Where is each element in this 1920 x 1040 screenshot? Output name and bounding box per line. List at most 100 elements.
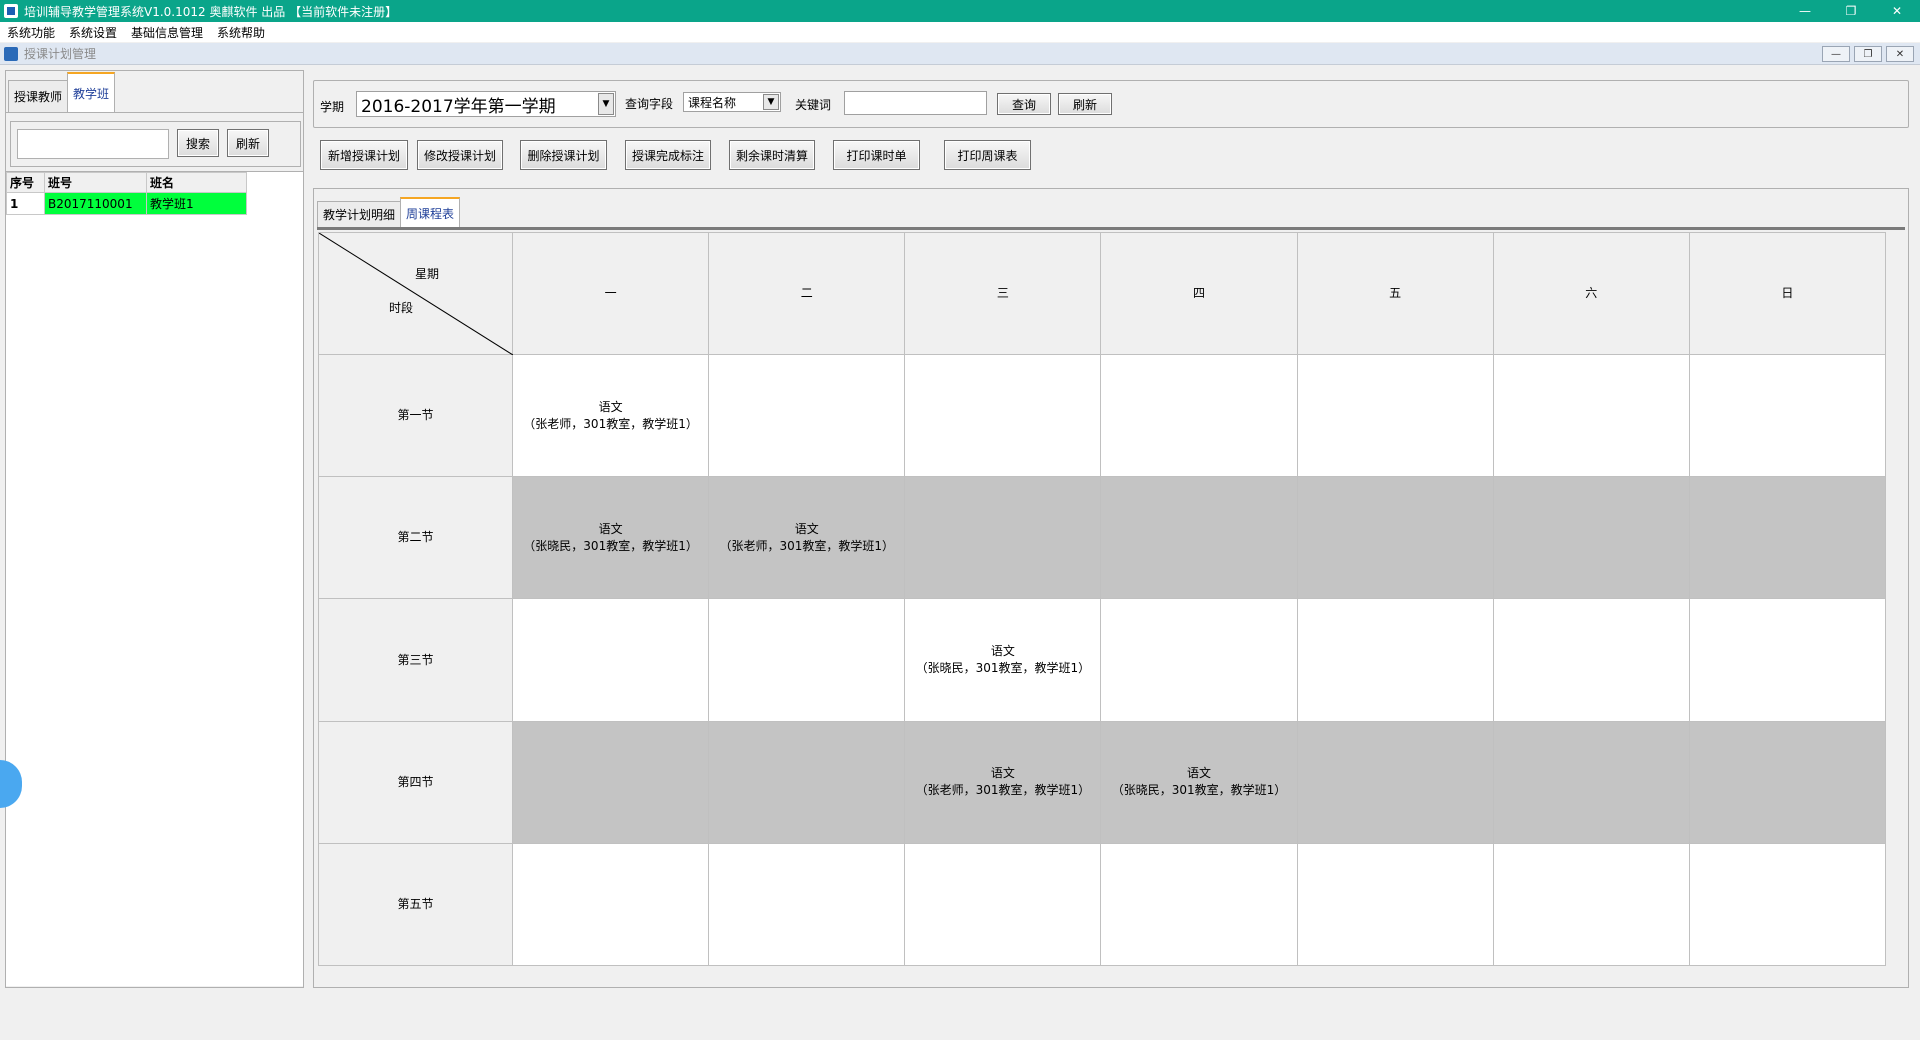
minimize-button[interactable]: —	[1782, 0, 1828, 22]
timetable-cell[interactable]	[904, 842, 1102, 967]
timetable-cell[interactable]: 语文 （张老师，301教室，教学班1）	[904, 720, 1102, 844]
timetable-cell[interactable]	[1492, 598, 1690, 722]
term-select[interactable]: 2016-2017学年第一学期 ▼	[356, 91, 616, 117]
print-weekly-button[interactable]: 打印周课表	[944, 140, 1031, 170]
keyword-input[interactable]	[844, 91, 987, 115]
timetable-cell[interactable]	[1100, 842, 1298, 967]
class-grid: 序号 班号 班名 1 B2017110001 教学班1	[6, 171, 303, 986]
left-search-box: 搜索 刷新	[10, 121, 301, 167]
timetable-cell[interactable]	[1492, 476, 1690, 600]
timetable-cell[interactable]	[708, 842, 906, 967]
timetable-cell[interactable]: 语文 （张晓民，301教室，教学班1）	[1100, 720, 1298, 844]
mark-complete-button[interactable]: 授课完成标注	[625, 140, 711, 170]
timetable-cell[interactable]	[1688, 720, 1887, 844]
day-header-mon: 一	[511, 231, 710, 356]
column-header-class-name[interactable]: 班名	[146, 172, 247, 193]
chevron-down-icon[interactable]: ▼	[763, 94, 779, 110]
timetable-cell[interactable]	[1296, 598, 1494, 722]
chevron-down-icon[interactable]: ▼	[598, 93, 614, 115]
column-header-index[interactable]: 序号	[6, 172, 45, 193]
cell-class-name[interactable]: 教学班1	[146, 192, 247, 215]
child-window-icon	[4, 46, 18, 61]
table-row[interactable]: 1 B2017110001 教学班1	[6, 192, 247, 215]
field-label: 查询字段	[625, 97, 674, 111]
course-detail: （张老师，301教室，教学班1）	[915, 783, 1091, 798]
timetable-cell[interactable]: 语文 （张老师，301教室，教学班1）	[511, 354, 710, 478]
timetable-cell[interactable]	[904, 354, 1102, 478]
field-select[interactable]: 课程名称 ▼	[683, 92, 781, 112]
timetable-corner: 星期 时段	[318, 231, 513, 356]
timetable-cell[interactable]	[1100, 354, 1298, 478]
field-select-value: 课程名称	[688, 95, 737, 110]
timetable-cell[interactable]: 语文 （张晓民，301教室，教学班1）	[511, 476, 710, 600]
tab-teachers[interactable]: 授课教师	[8, 80, 69, 112]
filter-refresh-button[interactable]: 刷新	[1058, 93, 1112, 115]
class-search-input[interactable]	[17, 129, 169, 159]
day-header-tue: 二	[708, 231, 906, 356]
left-tabs: 授课教师 教学班	[6, 71, 303, 113]
timetable-cell[interactable]	[1492, 354, 1690, 478]
maximize-button[interactable]: ❐	[1828, 0, 1874, 22]
menu-basic-info[interactable]: 基础信息管理	[124, 24, 210, 41]
timetable-row: 第二节 语文 （张晓民，301教室，教学班1） 语文 （张老师，301教室，教学班1）	[318, 476, 1887, 600]
timetable-cell[interactable]	[1688, 354, 1887, 478]
menu-system-settings[interactable]: 系统设置	[62, 24, 124, 41]
slot-header: 第三节	[318, 598, 513, 722]
day-header-sat: 六	[1492, 231, 1690, 356]
timetable-cell[interactable]	[511, 842, 710, 967]
timetable-cell[interactable]	[1492, 720, 1690, 844]
term-label: 学期	[320, 100, 345, 114]
timetable-cell[interactable]	[1100, 598, 1298, 722]
course-detail: （张晓民，301教室，教学班1）	[523, 538, 698, 553]
corner-diagonal	[319, 233, 513, 355]
edit-plan-button[interactable]: 修改授课计划	[417, 140, 503, 170]
timetable-cell[interactable]	[1688, 598, 1887, 722]
timetable-row: 第一节 语文 （张老师，301教室，教学班1）	[318, 354, 1887, 478]
search-button[interactable]: 搜索	[177, 129, 219, 157]
timetable-cell[interactable]	[1296, 720, 1494, 844]
menu-help[interactable]: 系统帮助	[210, 24, 272, 41]
timetable-row: 第五节	[318, 842, 1887, 967]
keyword-label: 关键词	[795, 98, 832, 112]
timetable-cell[interactable]	[708, 354, 906, 478]
timetable-cell[interactable]	[511, 720, 710, 844]
print-hours-button[interactable]: 打印课时单	[833, 140, 920, 170]
timetable-cell[interactable]	[1688, 476, 1887, 600]
add-plan-button[interactable]: 新增授课计划	[320, 140, 408, 170]
menu-system-functions[interactable]: 系统功能	[0, 24, 62, 41]
timetable-cell[interactable]: 语文 （张晓民，301教室，教学班1）	[904, 598, 1102, 722]
timetable-cell[interactable]	[1296, 354, 1494, 478]
timetable-cell[interactable]	[1296, 842, 1494, 967]
tab-plan-detail[interactable]: 教学计划明细	[317, 201, 402, 227]
child-close-button[interactable]: ✕	[1886, 46, 1914, 62]
timetable-cell[interactable]	[708, 720, 906, 844]
settle-remaining-button[interactable]: 剩余课时清算	[729, 140, 815, 170]
tab-classes[interactable]: 教学班	[67, 72, 116, 112]
course-detail: （张晓民，301教室，教学班1）	[1111, 783, 1287, 798]
query-button[interactable]: 查询	[997, 93, 1051, 115]
left-panel: 授课教师 教学班 搜索 刷新 序号 班号 班名 1 B2017110001 教学…	[5, 70, 304, 988]
corner-slot-label: 时段	[389, 301, 414, 315]
child-minimize-button[interactable]: —	[1822, 46, 1850, 62]
weekly-timetable: 星期 时段 一 二 三 四 五 六 日 第一节 语文 （张老师，301教室，教学班1…	[318, 231, 1887, 967]
timetable-cell[interactable]	[1100, 476, 1298, 600]
timetable-cell[interactable]	[511, 598, 710, 722]
cell-class-no[interactable]: B2017110001	[44, 192, 147, 215]
close-button[interactable]: ✕	[1874, 0, 1920, 22]
timetable-cell[interactable]: 语文 （张老师，301教室，教学班1）	[708, 476, 906, 600]
timetable-row: 第四节 语文 （张老师，301教室，教学班1） 语文 （张晓民，301教室，教学班1）	[318, 720, 1887, 844]
refresh-button[interactable]: 刷新	[227, 129, 269, 157]
timetable-cell[interactable]	[1688, 842, 1887, 967]
course-name: 语文	[598, 521, 623, 536]
column-header-class-no[interactable]: 班号	[44, 172, 147, 193]
tab-weekly-schedule[interactable]: 周课程表	[400, 197, 461, 227]
day-header-wed: 三	[904, 231, 1102, 356]
delete-plan-button[interactable]: 删除授课计划	[520, 140, 607, 170]
course-name: 语文	[990, 644, 1015, 659]
timetable-cell[interactable]	[904, 476, 1102, 600]
timetable-cell[interactable]	[1492, 842, 1690, 967]
child-restore-button[interactable]: ❐	[1854, 46, 1882, 62]
timetable-cell[interactable]	[1296, 476, 1494, 600]
cell-index[interactable]: 1	[6, 192, 45, 215]
timetable-cell[interactable]	[708, 598, 906, 722]
